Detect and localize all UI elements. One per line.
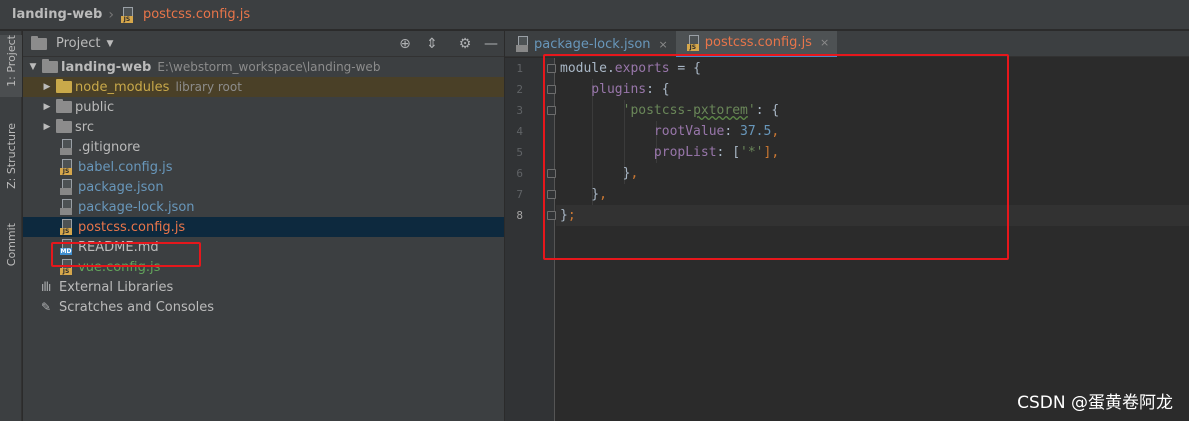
project-view-selector[interactable]: Project [56,36,100,51]
tree-item-postcss-config[interactable]: JS postcss.config.js [23,217,504,237]
line-number: 8 [516,209,523,222]
tree-item-label: postcss.config.js [78,219,186,235]
breadcrumb-file[interactable]: postcss.config.js [143,7,250,22]
locate-icon[interactable]: ⊕ [396,35,414,53]
project-view-icon [31,35,47,50]
root-path: E:\webstorm_workspace\landing-web [157,60,381,74]
tree-item-label: public [75,99,115,115]
tool-window-strip: 1: Project Z: Structure Commit [0,31,22,421]
tree-item-scratches[interactable]: ✎ Scratches and Consoles [23,297,504,317]
line-number: 1 [516,62,523,75]
expand-down-icon[interactable]: ▼ [27,62,39,72]
tree-item-babel-config[interactable]: JS babel.config.js [23,157,504,177]
tree-item-external-libraries[interactable]: ıllı External Libraries [23,277,504,297]
tree-item-label: Scratches and Consoles [59,299,215,315]
tree-item-node-modules[interactable]: ▶ node_modules library root [23,77,504,97]
tree-item-label: node_modules [75,79,170,95]
line-number: 2 [516,83,523,96]
commit-tool-label: Commit [4,223,18,267]
tab-label: package-lock.json [534,36,651,52]
line-number: 6 [516,167,523,180]
js-file-icon: JS [120,6,135,23]
tree-item-label: src [75,119,94,135]
close-icon[interactable]: × [820,36,829,49]
tree-item-label: .gitignore [78,139,141,155]
watermark: CSDN @蛋黄卷阿龙 [1017,393,1173,413]
commit-tool-tab[interactable]: Commit [0,223,22,283]
library-folder-icon [56,79,72,93]
highlight-box-tree [51,242,201,267]
folder-icon [42,59,58,73]
line-number: 7 [516,188,523,201]
library-root-hint: library root [175,80,242,94]
breadcrumb-separator-icon: › [108,6,114,23]
expand-right-icon[interactable]: ▶ [41,122,53,132]
folder-icon [56,119,72,133]
scratches-icon: ✎ [41,300,52,314]
code-editor[interactable]: 1 2 3 4 5 6 7 8 module.exports = { plugi… [505,54,1189,421]
json-file-icon [60,199,74,215]
tree-item-public[interactable]: ▶ public [23,97,504,117]
project-panel: Project ▼ ⊕ ⇕ ⚙ — ▼ landing-web E:\webst… [23,31,504,421]
line-number: 5 [516,146,523,159]
gitignore-file-icon [60,139,74,155]
tree-item-src[interactable]: ▶ src [23,117,504,137]
breadcrumb: landing-web › JS postcss.config.js [0,0,1189,30]
expand-right-icon[interactable]: ▶ [41,82,53,92]
root-name: landing-web [61,59,152,75]
tab-label: postcss.config.js [704,35,812,50]
gear-icon[interactable]: ⚙ [456,35,474,53]
js-file-icon: JS [686,34,701,51]
library-icon: ıllı [41,280,51,294]
tree-item-label: package.json [78,179,164,195]
tree-root[interactable]: ▼ landing-web E:\webstorm_workspace\land… [23,57,504,77]
close-icon[interactable]: × [659,38,668,51]
tree-item-gitignore[interactable]: .gitignore [23,137,504,157]
breadcrumb-project[interactable]: landing-web [12,7,102,22]
project-panel-header: Project ▼ ⊕ ⇕ ⚙ — [23,31,504,57]
json-file-icon [516,36,530,52]
structure-tool-tab[interactable]: Z: Structure [0,123,22,203]
project-tool-tab[interactable]: 1: Project [0,35,22,97]
project-tool-label: 1: Project [4,35,18,87]
collapse-icon[interactable]: ⇕ [423,35,441,53]
json-file-icon [60,179,74,195]
js-file-icon: JS [60,159,74,175]
tree-item-label: External Libraries [59,279,174,295]
highlight-box-code [543,54,1009,260]
folder-icon [56,99,72,113]
expand-right-icon[interactable]: ▶ [41,102,53,112]
js-file-icon: JS [60,219,74,235]
structure-tool-label: Z: Structure [4,123,18,189]
minimize-icon[interactable]: — [482,35,500,53]
chevron-down-icon[interactable]: ▼ [106,39,113,49]
tree-item-package-lock[interactable]: package-lock.json [23,197,504,217]
tree-item-package-json[interactable]: package.json [23,177,504,197]
tree-item-label: babel.config.js [78,159,173,175]
line-number: 4 [516,125,523,138]
tree-item-label: package-lock.json [78,199,195,215]
line-number: 3 [516,104,523,117]
